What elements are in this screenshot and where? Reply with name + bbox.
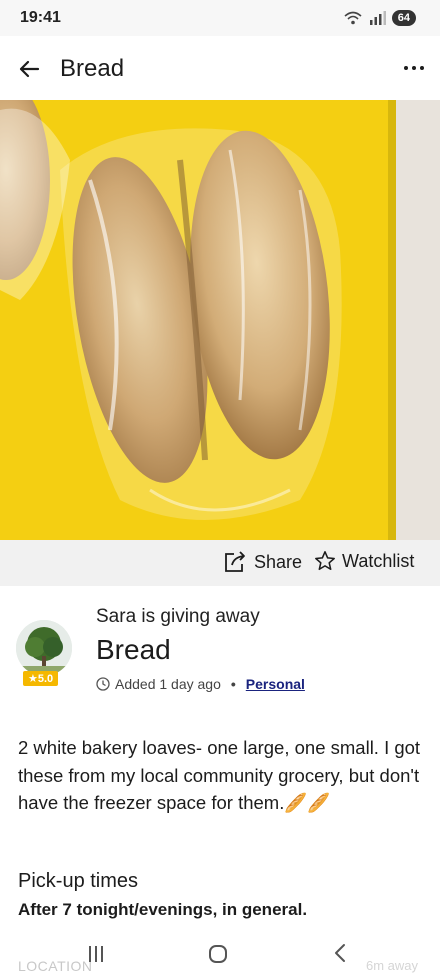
avatar	[16, 620, 72, 676]
share-button[interactable]: Share	[222, 550, 302, 574]
nav-back-icon[interactable]	[330, 942, 352, 964]
rating-value: 5.0	[37, 673, 54, 685]
more-vert-icon[interactable]	[402, 56, 426, 80]
location-label: LOCATION	[18, 958, 93, 974]
item-title: Bread	[96, 634, 171, 665]
signal-icon	[369, 11, 386, 25]
watchlist-button[interactable]: Watchlist	[314, 550, 414, 572]
listing-meta: Added 1 day ago • Personal	[96, 676, 305, 692]
distance-label: 6m away	[365, 958, 418, 973]
actions-bar: Share Watchlist	[0, 540, 440, 586]
tree-avatar-image	[16, 620, 72, 676]
status-bar: 19:41 64	[0, 0, 440, 36]
share-icon	[225, 551, 245, 572]
watchlist-label: Watchlist	[342, 550, 415, 571]
home-icon[interactable]	[206, 942, 230, 966]
recent-apps-icon[interactable]	[86, 944, 106, 964]
star-outline-icon	[315, 551, 335, 571]
bread-image	[0, 100, 440, 540]
battery-indicator: 64	[391, 10, 416, 26]
top-app-bar: Bread	[0, 36, 440, 100]
giver-avatar-wrap[interactable]: ★5.0	[16, 620, 72, 686]
back-arrow-icon[interactable]	[14, 54, 44, 84]
pickup-value: After 7 tonight/evenings, in general.	[18, 900, 308, 919]
clock-icon	[96, 677, 110, 691]
page-title: Bread	[60, 55, 125, 82]
added-time: Added 1 day ago	[115, 676, 221, 692]
listing-photo[interactable]	[0, 100, 440, 540]
category-link[interactable]: Personal	[246, 676, 305, 692]
status-time: 19:41	[20, 9, 61, 26]
share-label: Share	[254, 551, 303, 572]
meta-separator: •	[230, 676, 236, 692]
giver-line: Sara is giving away	[96, 606, 260, 627]
pickup-title: Pick-up times	[18, 870, 139, 892]
status-icons: 64	[344, 10, 416, 26]
listing-description: 2 white bakery loaves- one large, one sm…	[18, 737, 421, 813]
rating-badge: ★5.0	[23, 671, 59, 686]
wifi-icon	[344, 11, 362, 25]
